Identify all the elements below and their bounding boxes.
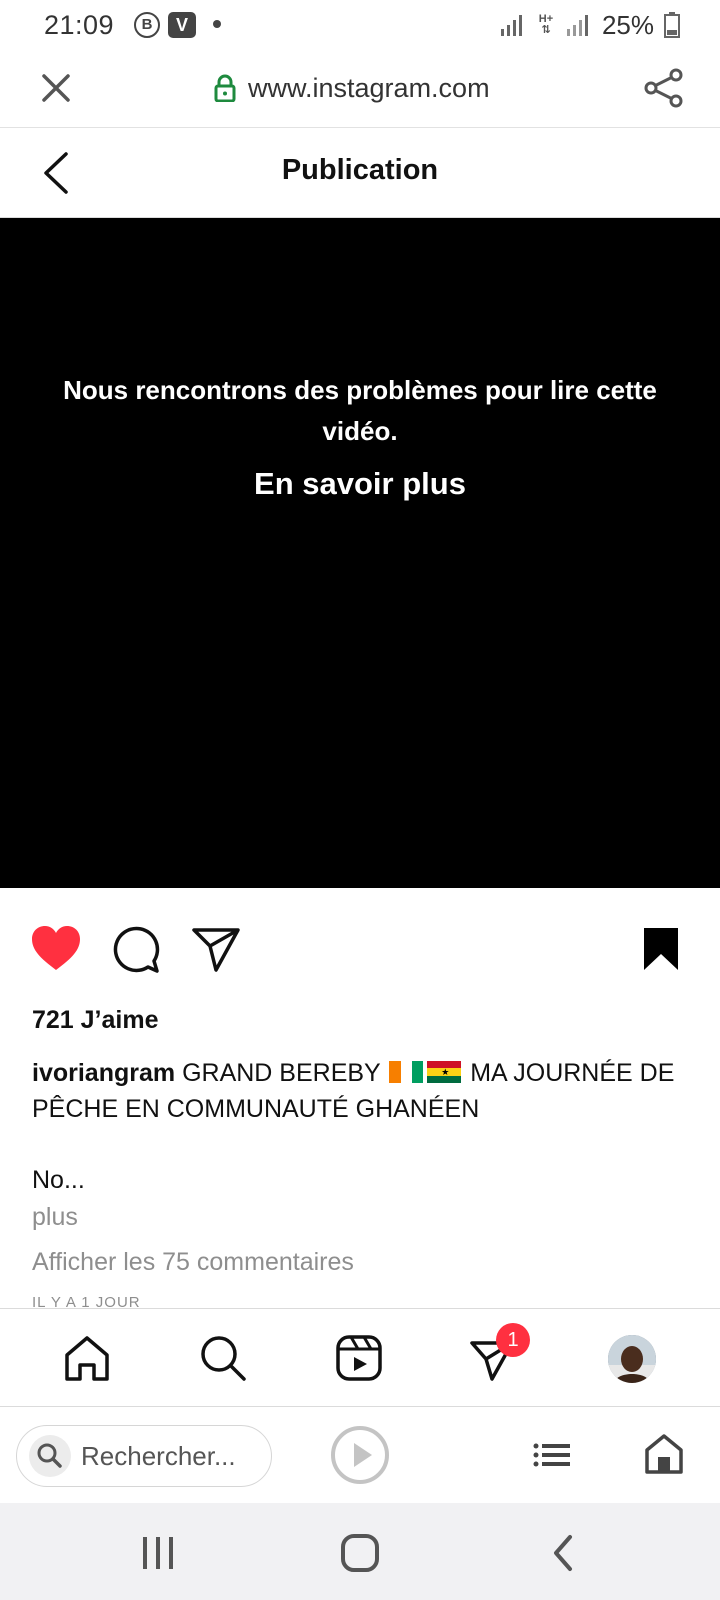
- likes-count[interactable]: 721 J’aime: [32, 1006, 159, 1035]
- video-player[interactable]: Nous rencontrons des problèmes pour lire…: [0, 218, 720, 888]
- post-header: Publication: [0, 128, 720, 218]
- browser-toolbar: www.instagram.com: [0, 52, 720, 128]
- ghana-flag-icon: ★: [427, 1061, 462, 1083]
- video-error-message: Nous rencontrons des problèmes pour lire…: [63, 375, 657, 446]
- battery-percent: 25%: [601, 9, 654, 40]
- reels-icon[interactable]: [334, 1333, 384, 1383]
- status-bar: 21:09 B V H+ ⇅ 25%: [0, 0, 720, 52]
- caption-text-start: GRAND BEREBY: [182, 1059, 381, 1087]
- heart-icon[interactable]: [30, 924, 82, 974]
- search-icon[interactable]: [198, 1333, 248, 1383]
- network-type-label: H+: [538, 13, 554, 25]
- android-back-icon[interactable]: [544, 1533, 584, 1573]
- signal-icon: [500, 15, 522, 36]
- post-actions: [0, 888, 720, 1006]
- url-bar[interactable]: www.instagram.com: [214, 70, 490, 106]
- share-icon[interactable]: [642, 66, 686, 110]
- url-text: www.instagram.com: [248, 72, 490, 103]
- menu-icon[interactable]: [532, 1435, 572, 1475]
- profile-avatar[interactable]: [608, 1335, 656, 1383]
- browser-home-icon[interactable]: [644, 1433, 684, 1475]
- status-right-group: H+ ⇅ 25%: [500, 10, 680, 40]
- instagram-bottom-nav: 1: [0, 1308, 720, 1407]
- android-navigation-bar: [0, 1503, 720, 1600]
- play-icon[interactable]: [330, 1425, 390, 1485]
- signal-2-icon: [566, 15, 588, 36]
- view-comments-link[interactable]: Afficher les 75 commentaires: [32, 1248, 354, 1277]
- learn-more-link[interactable]: En savoir plus: [0, 466, 720, 502]
- android-home-icon[interactable]: [340, 1533, 380, 1573]
- battery-icon: [664, 12, 680, 38]
- close-icon[interactable]: [36, 68, 76, 108]
- v-app-icon: V: [168, 12, 196, 38]
- comment-icon[interactable]: [110, 924, 162, 974]
- recent-apps-icon[interactable]: [138, 1533, 178, 1573]
- network-type-icon: H+ ⇅: [538, 13, 554, 36]
- send-icon[interactable]: [190, 924, 242, 974]
- caption-more-link[interactable]: plus: [32, 1203, 78, 1232]
- caption-truncated: No...: [32, 1166, 85, 1194]
- notification-dot-icon: [213, 20, 221, 28]
- lock-icon: [214, 74, 236, 102]
- browser-search-button[interactable]: [29, 1435, 71, 1477]
- status-time: 21:09: [44, 10, 115, 40]
- page-title: Publication: [281, 154, 439, 186]
- home-icon[interactable]: [62, 1333, 112, 1383]
- messages-badge: 1: [496, 1323, 530, 1357]
- ivory-coast-flag-icon: [389, 1061, 424, 1083]
- magnifier-icon: [37, 1443, 62, 1468]
- bookmark-icon[interactable]: [638, 924, 684, 974]
- post-timestamp: IL Y A 1 JOUR: [32, 1294, 141, 1308]
- b-app-icon: B: [134, 12, 160, 38]
- caption-username[interactable]: ivoriangram: [32, 1059, 175, 1087]
- post-caption: ivoriangram GRAND BEREBY ★ MA JOURNÉE DE…: [32, 1055, 694, 1127]
- browser-bottom-bar: Rechercher...: [0, 1407, 720, 1503]
- browser-search-input[interactable]: Rechercher...: [16, 1425, 272, 1487]
- search-placeholder: Rechercher...: [81, 1441, 236, 1471]
